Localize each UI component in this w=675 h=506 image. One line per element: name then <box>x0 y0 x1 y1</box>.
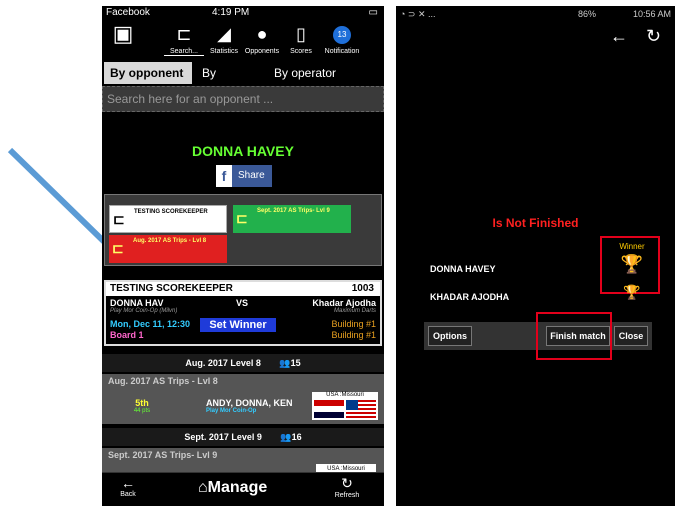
missouri-flag-icon <box>314 400 344 418</box>
nav-statistics[interactable]: ◢ Statistics <box>206 20 242 62</box>
group-chips: ⊏ TESTING SCOREKEEPER ⊏ Sept. 2017 AS Trip… <box>104 194 382 266</box>
tab-by-operator[interactable]: By operator <box>268 62 348 84</box>
team-name: ANDY, DONNA, KEN <box>206 398 293 408</box>
player1-name: DONNA HAVEY <box>430 264 496 274</box>
battery-percent: 86% <box>578 9 597 19</box>
player2-name: KHADAR AJODHA <box>430 292 510 302</box>
match-date: Mon, Dec 11, 12:30 <box>110 319 191 329</box>
team-count-icon: 👥 <box>280 432 292 442</box>
player-name: DONNA HAVEY <box>192 143 294 159</box>
status-icons: ◔ ⊃ ✕ ... <box>400 9 436 19</box>
close-button[interactable]: Close <box>614 326 648 346</box>
facebook-back-label[interactable]: Facebook <box>106 6 150 20</box>
match-location-2: Building #1 <box>331 330 376 340</box>
match-status: Is Not Finished <box>492 216 579 230</box>
people-icon: ● <box>256 24 268 44</box>
finish-match-highlight <box>536 312 612 360</box>
manage-logo-icon: ⌂ <box>198 479 208 496</box>
back-button[interactable]: ← Back <box>116 475 140 498</box>
bottom-bar: ← Back ⌂Manage ↻ Refresh <box>102 472 384 506</box>
status-bar: Facebook 4:19 PM ▭ <box>102 6 384 20</box>
level-header-sept[interactable]: Sept. 2017 Level 9 👥16 <box>102 428 384 446</box>
opponent-search-input[interactable]: Search here for an opponent ... <box>102 86 384 112</box>
bracket-icon: ⊏ <box>236 210 248 226</box>
facebook-icon: f <box>216 165 232 187</box>
match-number: 1003 <box>351 283 374 294</box>
tab-by-division[interactable]: By division <box>196 62 264 102</box>
level-sub-sept: Sept. 2017 AS Trips- Lvl 9 USA :Missouri <box>102 448 384 474</box>
player1-venue: Play Mor Coin-Op (Milvn) <box>110 308 178 314</box>
app-logo-icon[interactable]: ▣ <box>104 20 142 62</box>
chip-sept-level-9[interactable]: ⊏ Sept. 2017 AS Trips- Lvl 9 <box>233 205 351 233</box>
filter-tabs: By opponent By division By operator <box>102 62 384 102</box>
notification-badge: 13 <box>333 26 351 45</box>
options-button[interactable]: Options <box>428 326 472 346</box>
team-points: 44 pts <box>133 408 151 414</box>
tab-by-opponent[interactable]: By opponent <box>104 62 192 84</box>
board-label: Board 1 <box>110 330 144 340</box>
vs-label: VS <box>236 298 249 308</box>
bell-icon: 13 <box>320 20 364 48</box>
player2-name: Khadar Ajodha <box>312 298 376 308</box>
winner-label: Winner <box>619 242 645 251</box>
player2-venue: Maximum Darts <box>333 308 376 314</box>
refresh-icon[interactable]: ↻ <box>646 26 661 47</box>
clock: 10:56 AM <box>632 9 671 19</box>
back-arrow-icon[interactable]: ← <box>610 26 628 47</box>
chart-icon: ◢ <box>217 24 231 44</box>
trophy-dim-icon[interactable]: 🏆 <box>618 284 646 301</box>
team-rank: 5th <box>135 398 149 408</box>
usa-flag-icon <box>346 400 376 418</box>
bracket-icon: ⊏ <box>176 24 192 44</box>
nav-opponents[interactable]: ● Opponents <box>242 20 282 62</box>
player1-name: DONNA HAV <box>110 298 164 308</box>
set-winner-button[interactable]: Set Winner <box>200 318 276 332</box>
level-header-aug[interactable]: Aug. 2017 Level 8 👥15 <box>102 354 384 372</box>
team-venue: Play Mor Coin-Op <box>206 408 257 414</box>
chip-aug-level-8[interactable]: ⊏ Aug. 2017 AS Trips - Lvl 8 <box>109 235 227 263</box>
battery-icon: ▭ <box>368 7 378 18</box>
clock: 4:19 PM <box>212 7 250 18</box>
facebook-share-button[interactable]: f Share <box>216 165 272 187</box>
refresh-button[interactable]: ↻ Refresh <box>332 475 362 499</box>
right-phone-screen: ◔ ⊃ ✕ ... 86% 10:56 AM ← ↻ Is Not Finish… <box>396 6 675 506</box>
flag-usa-missouri: USA :Missouri <box>312 392 378 420</box>
team-entry[interactable]: 5th 44 pts ANDY, DONNA, KEN Play Mor Coi… <box>102 388 384 424</box>
status-bar: ◔ ⊃ ✕ ... 86% 10:56 AM <box>396 6 675 22</box>
bracket-icon: ⊏ <box>112 240 124 256</box>
nav-search[interactable]: ⊏ Search... <box>164 20 204 62</box>
bracket-icon: ⊏ <box>113 211 125 227</box>
match-location: Building #1 <box>331 319 376 329</box>
match-card[interactable]: TESTING SCOREKEEPER 1003 DONNA HAV VS Kh… <box>104 280 382 346</box>
chip-testing-scorekeeper[interactable]: ⊏ TESTING SCOREKEEPER <box>109 205 227 233</box>
match-card-header: TESTING SCOREKEEPER 1003 <box>106 282 380 296</box>
top-nav: ▣ ⊏ Search... ◢ Statistics ● Opponents ▯… <box>102 20 384 62</box>
refresh-icon: ↻ <box>341 475 353 491</box>
clipboard-icon: ▯ <box>296 24 306 44</box>
trophy-icon[interactable]: 🏆 <box>618 254 646 275</box>
level-sub-aug: Aug. 2017 AS Trips - Lvl 8 <box>102 374 384 388</box>
team-count-icon: 👥 <box>279 358 291 368</box>
nav-scores[interactable]: ▯ Scores <box>284 20 318 62</box>
back-arrow-icon: ← <box>121 475 135 491</box>
manage-button[interactable]: ⌂Manage <box>198 479 267 497</box>
share-label: Share <box>238 170 265 181</box>
nav-notification[interactable]: 13 Notification <box>320 20 364 62</box>
left-phone-screen: Facebook 4:19 PM ▭ ▣ ⊏ Search... ◢ Stati… <box>102 6 384 506</box>
